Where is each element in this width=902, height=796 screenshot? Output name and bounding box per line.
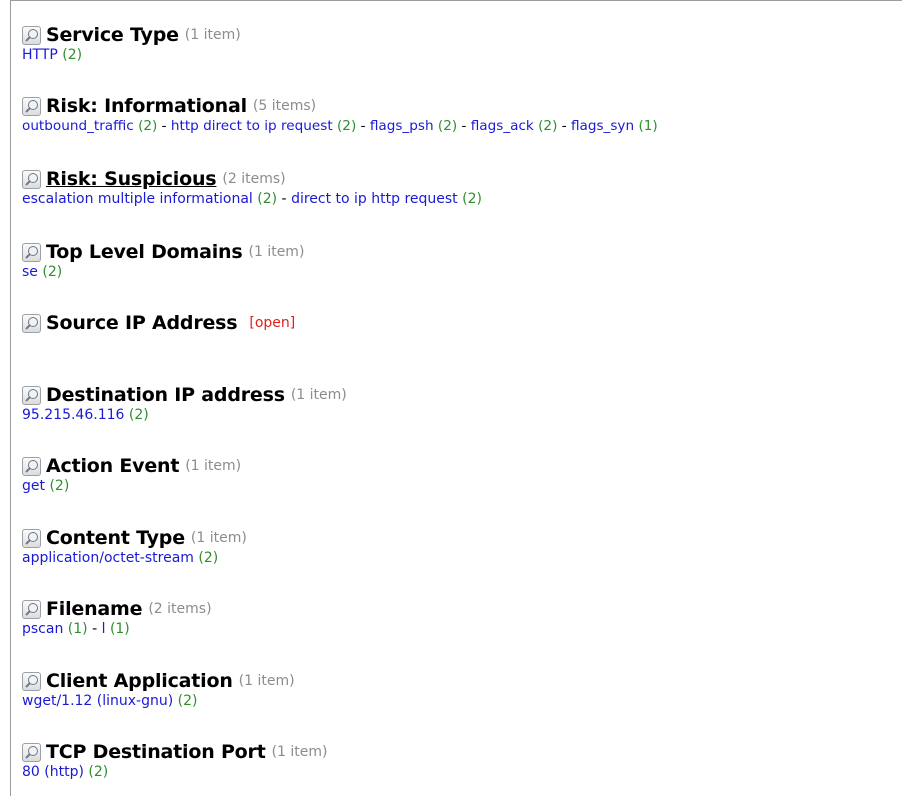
value-count: (1) [109,621,130,637]
facet-service-type: Service Type (1 item) HTTP (2) [22,23,241,64]
magnifier-icon[interactable] [22,456,41,476]
value-link[interactable]: outbound_traffic [22,118,134,134]
magnifier-icon[interactable] [22,242,41,262]
value-count: (2) [62,47,83,63]
value-link[interactable]: http direct to ip request [171,118,333,134]
value-count: (2) [462,191,482,207]
value-separator: - [457,118,471,134]
value-link[interactable]: get [22,478,45,494]
item-count: (5 items) [252,98,317,114]
value-count: (2) [257,191,278,207]
facet-content-type: Content Type (1 item) application/octet-… [22,526,247,567]
value-count: (2) [49,478,70,494]
facet-title: Top Level Domains [46,241,243,263]
value-count: (2) [88,764,109,780]
value-count: (2) [538,118,558,134]
value-count: (2) [42,264,63,280]
value-link[interactable]: 80 (http) [22,764,84,780]
value-count: (1) [67,621,88,637]
value-count: (2) [198,550,219,566]
facet-title: Risk: Informational [46,95,247,117]
value-separator: - [277,191,292,207]
facet-action-event: Action Event (1 item) get (2) [22,454,241,495]
value-link[interactable]: l [102,621,106,637]
value-count: (1) [638,118,658,134]
magnifier-icon[interactable] [22,671,41,691]
facet-title: Action Event [46,455,180,477]
value-link[interactable]: flags_ack [471,118,534,134]
value-link[interactable]: escalation multiple informational [22,191,253,207]
facet-title: Filename [46,598,143,620]
value-link[interactable]: 95.215.46.116 [22,407,124,423]
item-count: (1 item) [248,244,305,260]
facet-title[interactable]: Risk: Suspicious [46,168,217,190]
magnifier-icon[interactable] [22,25,41,45]
item-count: (2 items) [222,171,286,187]
magnifier-icon[interactable] [22,599,41,619]
value-count: (2) [437,118,458,134]
facet-title: Client Application [46,670,233,692]
facet-filename: Filename (2 items) pscan (1) - l (1) [22,597,212,638]
magnifier-icon[interactable] [22,96,41,116]
value-separator: - [557,118,571,134]
value-separator: - [87,621,102,637]
magnifier-icon[interactable] [22,169,41,189]
item-count: (1 item) [290,387,347,403]
item-count: (1 item) [185,458,242,474]
value-link[interactable]: direct to ip http request [291,191,458,207]
value-count: (2) [337,118,357,134]
value-link[interactable]: flags_psh [370,118,434,134]
facet-risk-informational: Risk: Informational (5 items) outbound_t… [22,94,658,135]
facet-source-ip: Source IP Address [open] [22,311,295,335]
value-link[interactable]: HTTP [22,47,58,63]
facet-risk-suspicious: Risk: Suspicious (2 items) escalation mu… [22,167,482,208]
facet-title: Destination IP address [46,384,285,406]
magnifier-icon[interactable] [22,313,41,333]
value-separator: - [356,118,370,134]
facet-destination-ip: Destination IP address (1 item) 95.215.4… [22,383,347,424]
magnifier-icon[interactable] [22,528,41,548]
open-link[interactable]: [open] [249,315,295,331]
value-link[interactable]: wget/1.12 (linux-gnu) [22,693,173,709]
facet-title: TCP Destination Port [46,741,266,763]
value-count: (2) [138,118,158,134]
facet-title: Service Type [46,24,179,46]
item-count: (1 item) [184,27,241,43]
value-link[interactable]: se [22,264,38,280]
facet-title: Content Type [46,527,185,549]
facet-title: Source IP Address [46,312,238,334]
facet-client-application: Client Application (1 item) wget/1.12 (l… [22,669,295,710]
facet-tcp-destination-port: TCP Destination Port (1 item) 80 (http) … [22,740,328,781]
facet-top-level-domains: Top Level Domains (1 item) se (2) [22,240,304,281]
value-link[interactable]: flags_syn [571,118,634,134]
item-count: (1 item) [238,673,295,689]
value-link[interactable]: pscan [22,621,63,637]
magnifier-icon[interactable] [22,385,41,405]
magnifier-icon[interactable] [22,742,41,762]
value-count: (2) [128,407,149,423]
value-link[interactable]: application/octet-stream [22,550,194,566]
value-count: (2) [177,693,198,709]
item-count: (2 items) [148,601,212,617]
item-count: (1 item) [190,530,247,546]
item-count: (1 item) [271,744,328,760]
value-separator: - [157,118,171,134]
